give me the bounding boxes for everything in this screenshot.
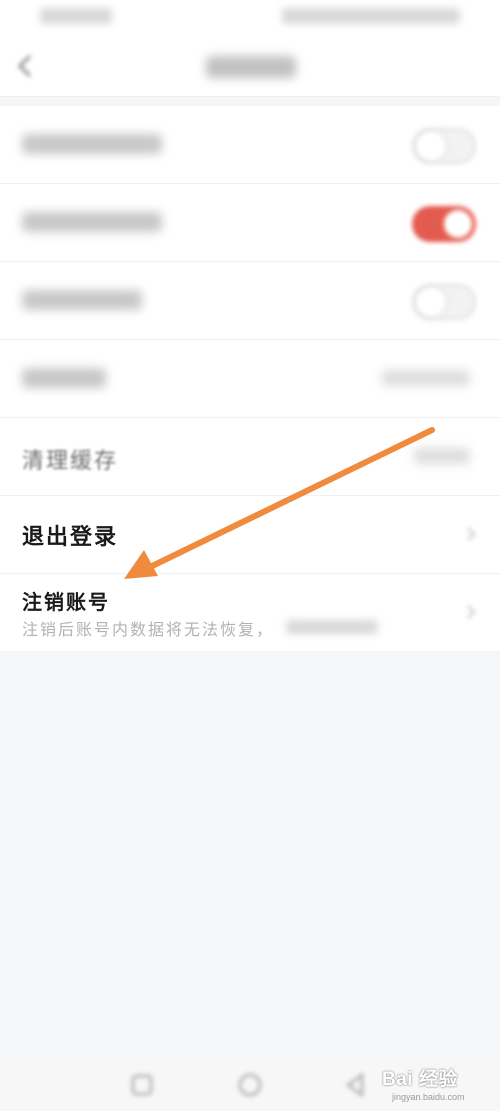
cancel-account-sublabel: 注销后账号内数据将无法恢复， <box>22 620 275 639</box>
watermark-url: jingyan.baidu.com <box>392 1092 465 1102</box>
logout-label: 退出登录 <box>22 524 119 550</box>
status-icons-blurred <box>282 8 460 24</box>
clear-cache-label: 清理缓存 <box>22 449 119 474</box>
toggle-switch-off[interactable] <box>412 128 476 164</box>
cache-size-blurred <box>414 448 470 464</box>
status-bar <box>0 0 500 36</box>
setting-row-clear-cache[interactable]: 清理缓存 <box>0 418 500 496</box>
sublabel-blurred-tail <box>286 620 378 634</box>
cancel-account-label: 注销账号 <box>22 590 110 614</box>
toggle-switch-on[interactable] <box>412 206 476 242</box>
setting-label-blurred <box>22 290 142 310</box>
setting-row-2 <box>0 184 500 262</box>
setting-row-1 <box>0 106 500 184</box>
settings-list: 清理缓存 退出登录 注销账号 注销后账号内数据将无法恢复， <box>0 106 500 651</box>
nav-back-icon[interactable] <box>342 1071 370 1099</box>
toggle-knob <box>416 287 446 317</box>
toggle-knob <box>444 210 472 238</box>
chevron-right-icon <box>467 527 476 541</box>
status-time-blurred <box>40 8 112 24</box>
baidu-jingyan-watermark: Bai 经验 jingyan.baidu.com <box>382 1058 496 1108</box>
setting-label-blurred <box>22 368 106 388</box>
setting-value-blurred <box>382 370 470 386</box>
setting-row-cancel-account[interactable]: 注销账号 注销后账号内数据将无法恢复， <box>0 574 500 651</box>
toggle-switch-off[interactable] <box>412 284 476 320</box>
toggle-knob <box>416 131 446 161</box>
setting-label-blurred <box>22 134 162 154</box>
home-icon[interactable] <box>236 1071 264 1099</box>
page-title-blurred <box>206 56 296 78</box>
recent-apps-icon[interactable] <box>128 1071 156 1099</box>
setting-row-logout[interactable]: 退出登录 <box>0 496 500 574</box>
setting-row-4[interactable] <box>0 340 500 418</box>
chevron-right-icon <box>467 605 476 619</box>
back-icon[interactable] <box>14 52 38 80</box>
setting-row-3 <box>0 262 500 340</box>
setting-label-blurred <box>22 212 162 232</box>
app-screen: 清理缓存 退出登录 注销账号 注销后账号内数据将无法恢复， Bai 经验 jin… <box>0 0 500 1111</box>
watermark-text: Bai 经验 <box>382 1069 458 1090</box>
